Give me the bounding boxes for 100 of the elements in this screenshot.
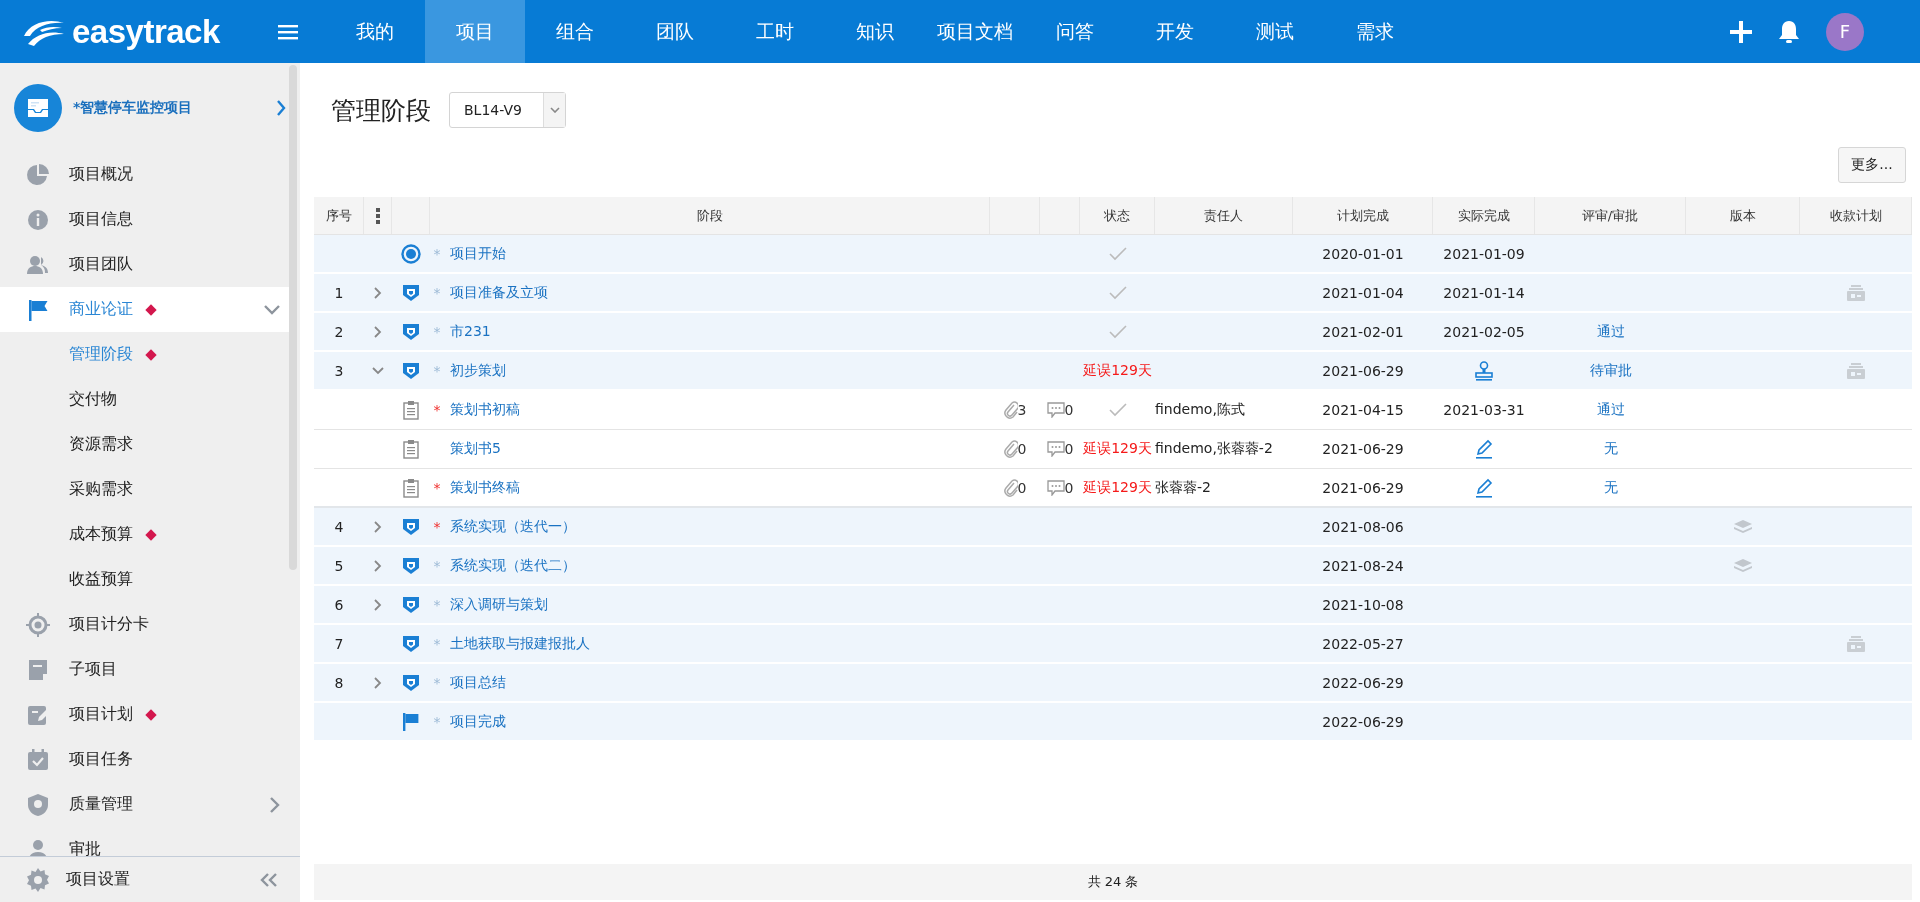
nav-tab[interactable]: 测试 — [1225, 0, 1325, 63]
pie-chart-icon — [26, 162, 50, 187]
shield-icon — [26, 792, 50, 817]
paperclip-icon[interactable] — [1003, 478, 1018, 497]
stage-link[interactable]: 项目完成 — [450, 712, 506, 731]
double-chevron-left-icon[interactable] — [260, 872, 278, 887]
sidebar-item[interactable]: 质量管理 — [0, 782, 290, 827]
column-menu-icon[interactable] — [375, 207, 380, 224]
project-name[interactable]: *智慧停车监控项目 — [73, 98, 265, 117]
chevron-right-icon[interactable] — [374, 286, 382, 299]
settings-label[interactable]: 项目设置 — [66, 869, 130, 890]
stage-link[interactable]: 策划书初稿 — [450, 401, 520, 419]
stage-link[interactable]: 项目准备及立项 — [450, 283, 548, 302]
row-number: 5 — [334, 557, 344, 574]
review-link[interactable]: 待审批 — [1589, 361, 1632, 380]
clipboard-icon — [403, 477, 419, 498]
required-asterisk: * — [432, 362, 442, 379]
stage-link[interactable]: 策划书5 — [450, 440, 501, 458]
row-number: 7 — [334, 635, 344, 652]
review-link[interactable]: 无 — [1603, 440, 1618, 458]
planned-date: 2020-01-01 — [1322, 245, 1404, 262]
sidebar-item[interactable]: 项目信息 — [0, 197, 290, 242]
required-asterisk: * — [432, 557, 442, 574]
user-avatar[interactable]: F — [1826, 12, 1864, 51]
paperclip-icon[interactable] — [1003, 401, 1018, 419]
chevron-right-icon[interactable] — [374, 520, 382, 533]
sidebar-item[interactable]: 项目计分卡 — [0, 602, 290, 647]
nav-tab[interactable]: 项目文档 — [925, 0, 1025, 63]
review-link[interactable]: 无 — [1603, 478, 1618, 497]
review-link[interactable]: 通过 — [1596, 401, 1625, 419]
planned-date: 2021-10-08 — [1322, 596, 1404, 613]
sidebar-item[interactable]: 项目团队 — [0, 242, 290, 287]
flag-icon — [402, 711, 420, 732]
pencil-icon[interactable] — [1475, 439, 1493, 459]
stage-link[interactable]: 土地获取与报建报批人 — [450, 634, 590, 653]
caret-down-icon[interactable] — [549, 107, 560, 113]
stage-link[interactable]: 项目总结 — [450, 673, 506, 692]
stamp-icon[interactable] — [1475, 360, 1493, 381]
nav-tab[interactable]: 工时 — [725, 0, 825, 63]
sidebar-item[interactable]: 成本预算 — [0, 512, 290, 557]
owner-name: findemo,张蓉蓉-2 — [1155, 440, 1273, 458]
shield-icon — [402, 595, 420, 614]
required-asterisk: * — [432, 402, 442, 418]
nav-tab[interactable]: 组合 — [525, 0, 625, 63]
chevron-down-icon[interactable] — [372, 366, 384, 375]
stage-link[interactable]: 深入调研与策划 — [450, 595, 548, 614]
settings-icon[interactable] — [26, 867, 50, 892]
chevron-right-icon[interactable] — [374, 598, 382, 611]
sidebar-item[interactable]: 项目概况 — [0, 152, 290, 197]
chevron-right-icon[interactable] — [374, 325, 382, 338]
stage-link[interactable]: 项目开始 — [450, 244, 506, 263]
sidebar-item[interactable]: 子项目 — [0, 647, 290, 692]
sidebar-item[interactable]: 商业论证 — [0, 287, 290, 332]
sidebar-item[interactable]: 审批 — [0, 827, 290, 856]
review-link[interactable]: 通过 — [1596, 322, 1625, 341]
paperclip-icon[interactable] — [1003, 440, 1018, 458]
version-select[interactable]: BL14-V9 — [449, 92, 566, 128]
planned-date: 2021-04-15 — [1322, 402, 1404, 418]
stage-link[interactable]: 初步策划 — [450, 361, 506, 380]
stage-link[interactable]: 策划书终稿 — [450, 478, 520, 497]
sidebar-item[interactable]: 项目任务 — [0, 737, 290, 782]
nav-tab[interactable]: 开发 — [1125, 0, 1225, 63]
chevron-right-icon[interactable] — [270, 796, 280, 813]
sidebar-label: 子项目 — [69, 659, 117, 680]
shield-icon — [402, 283, 420, 302]
nav-tab[interactable]: 团队 — [625, 0, 725, 63]
sidebar-label: 成本预算 — [69, 524, 133, 545]
sidebar-item[interactable]: 项目计划 — [0, 692, 290, 737]
column-header: 评审/审批 — [1535, 197, 1686, 234]
column-header: 状态 — [1080, 197, 1155, 234]
sidebar-item[interactable]: 管理阶段 — [0, 332, 290, 377]
stage-link[interactable]: 市231 — [450, 322, 491, 341]
sidebar-item[interactable]: 交付物 — [0, 377, 290, 422]
bell-icon[interactable] — [1778, 19, 1800, 44]
nav-tab[interactable]: 项目 — [425, 0, 525, 63]
row-number: 6 — [334, 596, 344, 613]
sidebar-item[interactable]: 收益预算 — [0, 557, 290, 602]
clipboard-icon — [403, 400, 419, 420]
plus-icon[interactable] — [1730, 20, 1752, 43]
chevron-right-icon[interactable] — [374, 559, 382, 572]
menu-icon[interactable] — [277, 23, 298, 40]
sidebar-item[interactable]: 资源需求 — [0, 422, 290, 467]
nav-tab[interactable]: 问答 — [1025, 0, 1125, 63]
chevron-down-icon[interactable] — [264, 304, 280, 315]
nav-tab[interactable]: 我的 — [325, 0, 425, 63]
comment-icon[interactable] — [1046, 402, 1065, 418]
calendar-check-icon — [26, 747, 50, 772]
stage-link[interactable]: 系统实现（迭代一） — [450, 517, 576, 536]
comment-icon[interactable] — [1046, 479, 1065, 496]
stage-link[interactable]: 系统实现（迭代二） — [450, 556, 576, 575]
chevron-right-icon[interactable] — [276, 99, 286, 116]
pencil-icon[interactable] — [1475, 477, 1493, 498]
nav-tab[interactable]: 需求 — [1325, 0, 1425, 63]
more-button[interactable]: 更多... — [1838, 147, 1906, 183]
nav-tab[interactable]: 知识 — [825, 0, 925, 63]
sidebar-item[interactable]: 采购需求 — [0, 467, 290, 512]
chevron-right-icon[interactable] — [374, 676, 382, 689]
comment-icon[interactable] — [1046, 441, 1065, 457]
scrollbar[interactable] — [289, 65, 297, 570]
planned-date: 2021-06-29 — [1322, 441, 1404, 457]
